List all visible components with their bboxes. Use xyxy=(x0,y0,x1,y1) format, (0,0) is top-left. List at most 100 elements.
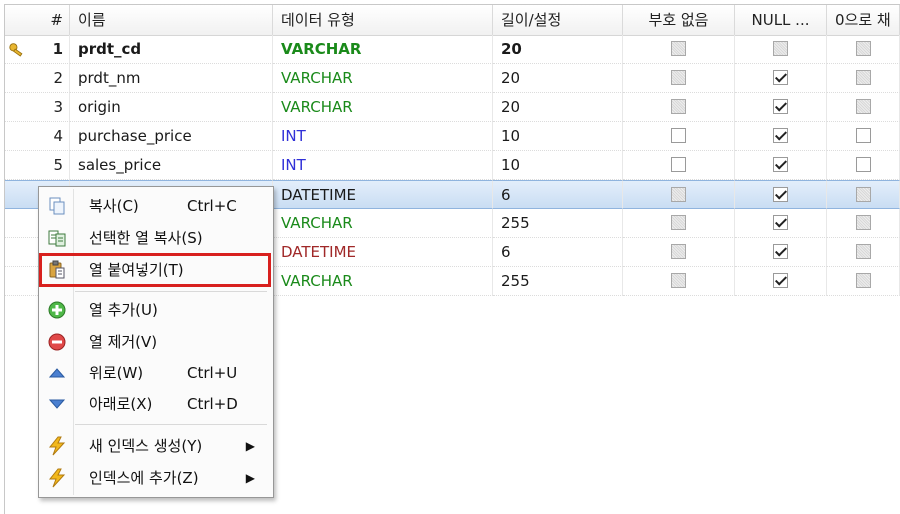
cell-length[interactable]: 20 xyxy=(493,64,623,93)
null-checkbox[interactable] xyxy=(773,273,788,288)
zerofill-checkbox[interactable] xyxy=(855,157,871,172)
cell-unsigned[interactable] xyxy=(623,151,735,180)
menu-item-add-to-index[interactable]: 인덱스에 추가(Z) ▶ xyxy=(41,463,269,493)
header-type[interactable]: 데이터 유형 xyxy=(273,5,493,35)
cell-type[interactable]: VARCHAR xyxy=(273,64,493,93)
menu-item-copy-selected[interactable]: 선택한 열 복사(S) xyxy=(41,223,269,253)
zerofill-checkbox[interactable] xyxy=(855,244,871,259)
cell-length[interactable]: 6 xyxy=(493,238,623,267)
cell-zerofill[interactable] xyxy=(827,209,900,238)
cell-num[interactable]: 2 xyxy=(5,64,70,93)
cell-type[interactable]: VARCHAR xyxy=(273,209,493,238)
table-row[interactable]: 5 sales_price INT 10 xyxy=(5,151,900,180)
null-checkbox[interactable] xyxy=(773,244,788,259)
null-checkbox[interactable] xyxy=(773,128,788,143)
cell-unsigned[interactable] xyxy=(623,238,735,267)
cell-num[interactable]: 1 xyxy=(5,35,70,64)
cell-num[interactable]: 5 xyxy=(5,151,70,180)
null-checkbox[interactable] xyxy=(773,99,788,114)
unsigned-checkbox[interactable] xyxy=(671,215,686,230)
cell-zerofill[interactable] xyxy=(827,93,900,122)
cell-zerofill[interactable] xyxy=(827,238,900,267)
unsigned-checkbox[interactable] xyxy=(671,244,686,259)
cell-name[interactable]: prdt_cd xyxy=(70,35,273,64)
menu-item-new-index[interactable]: 새 인덱스 생성(Y) ▶ xyxy=(41,431,269,461)
table-row[interactable]: 3 origin VARCHAR 20 xyxy=(5,93,900,122)
cell-null[interactable] xyxy=(735,64,827,93)
unsigned-checkbox[interactable] xyxy=(671,187,686,202)
menu-item-up[interactable]: 위로(W) Ctrl+U xyxy=(41,358,269,388)
cell-length[interactable]: 20 xyxy=(493,35,623,64)
null-checkbox[interactable] xyxy=(773,187,788,202)
header-num[interactable]: # xyxy=(5,5,70,35)
cell-type[interactable]: VARCHAR xyxy=(273,267,493,296)
unsigned-checkbox[interactable] xyxy=(671,273,686,288)
table-row[interactable]: 1 prdt_cd VARCHAR 20 xyxy=(5,35,900,64)
menu-item-paste[interactable]: 열 붙여넣기(T) xyxy=(39,253,271,287)
cell-num[interactable]: 3 xyxy=(5,93,70,122)
cell-length[interactable]: 255 xyxy=(493,267,623,296)
cell-name[interactable]: origin xyxy=(70,93,273,122)
cell-null[interactable] xyxy=(735,35,827,64)
cell-null[interactable] xyxy=(735,267,827,296)
cell-zerofill[interactable] xyxy=(827,180,900,209)
unsigned-checkbox[interactable] xyxy=(671,41,686,56)
header-null[interactable]: NULL ... xyxy=(735,5,827,35)
zerofill-checkbox[interactable] xyxy=(855,215,871,230)
cell-type[interactable]: VARCHAR xyxy=(273,35,493,64)
cell-length[interactable]: 255 xyxy=(493,209,623,238)
cell-unsigned[interactable] xyxy=(623,267,735,296)
cell-zerofill[interactable] xyxy=(827,151,900,180)
table-row[interactable]: 4 purchase_price INT 10 xyxy=(5,122,900,151)
cell-zerofill[interactable] xyxy=(827,35,900,64)
null-checkbox[interactable] xyxy=(773,70,788,85)
cell-null[interactable] xyxy=(735,122,827,151)
cell-name[interactable]: sales_price xyxy=(70,151,273,180)
table-row[interactable]: 2 prdt_nm VARCHAR 20 xyxy=(5,64,900,93)
cell-unsigned[interactable] xyxy=(623,122,735,151)
unsigned-checkbox[interactable] xyxy=(671,157,686,172)
cell-null[interactable] xyxy=(735,209,827,238)
cell-null[interactable] xyxy=(735,93,827,122)
cell-name[interactable]: prdt_nm xyxy=(70,64,273,93)
cell-name[interactable]: purchase_price xyxy=(70,122,273,151)
cell-zerofill[interactable] xyxy=(827,64,900,93)
cell-zerofill[interactable] xyxy=(827,267,900,296)
zerofill-checkbox[interactable] xyxy=(855,128,871,143)
cell-unsigned[interactable] xyxy=(623,209,735,238)
cell-type[interactable]: VARCHAR xyxy=(273,93,493,122)
cell-unsigned[interactable] xyxy=(623,180,735,209)
cell-length[interactable]: 6 xyxy=(493,180,623,209)
cell-length[interactable]: 20 xyxy=(493,93,623,122)
null-checkbox[interactable] xyxy=(773,215,788,230)
cell-length[interactable]: 10 xyxy=(493,151,623,180)
cell-type[interactable]: INT xyxy=(273,151,493,180)
unsigned-checkbox[interactable] xyxy=(671,99,686,114)
header-length[interactable]: 길이/설정 xyxy=(493,5,623,35)
zerofill-checkbox[interactable] xyxy=(855,41,871,56)
zerofill-checkbox[interactable] xyxy=(855,187,871,202)
cell-null[interactable] xyxy=(735,238,827,267)
zerofill-checkbox[interactable] xyxy=(855,273,871,288)
zerofill-checkbox[interactable] xyxy=(855,99,871,114)
cell-null[interactable] xyxy=(735,180,827,209)
null-checkbox[interactable] xyxy=(773,157,788,172)
cell-unsigned[interactable] xyxy=(623,93,735,122)
header-name[interactable]: 이름 xyxy=(70,5,273,35)
menu-item-remove[interactable]: 열 제거(V) xyxy=(41,327,269,357)
menu-item-add[interactable]: 열 추가(U) xyxy=(41,295,269,325)
cell-length[interactable]: 10 xyxy=(493,122,623,151)
cell-type[interactable]: DATETIME xyxy=(273,180,493,209)
null-checkbox[interactable] xyxy=(773,41,788,56)
unsigned-checkbox[interactable] xyxy=(671,70,686,85)
header-unsigned[interactable]: 부호 없음 xyxy=(623,5,735,35)
header-zerofill[interactable]: 0으로 채 xyxy=(827,5,900,35)
cell-type[interactable]: INT xyxy=(273,122,493,151)
unsigned-checkbox[interactable] xyxy=(671,128,686,143)
zerofill-checkbox[interactable] xyxy=(855,70,871,85)
cell-zerofill[interactable] xyxy=(827,122,900,151)
cell-null[interactable] xyxy=(735,151,827,180)
menu-item-copy[interactable]: 복사(C) Ctrl+C xyxy=(41,191,269,221)
cell-unsigned[interactable] xyxy=(623,64,735,93)
cell-type[interactable]: DATETIME xyxy=(273,238,493,267)
